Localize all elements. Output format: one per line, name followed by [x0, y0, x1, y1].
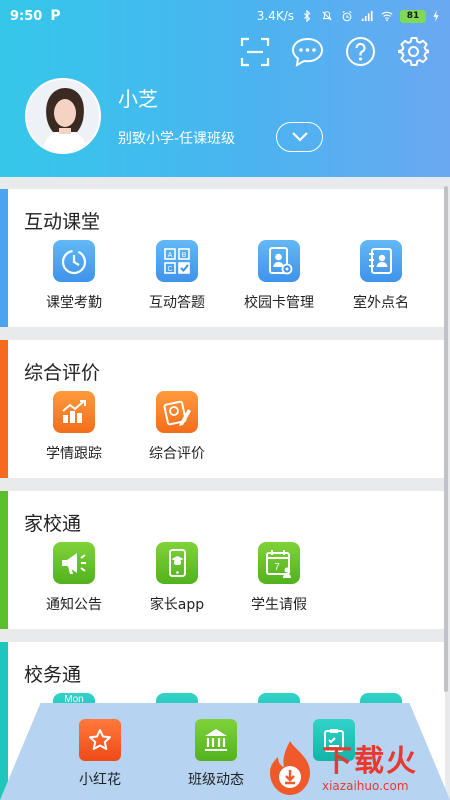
gear-icon — [398, 37, 429, 66]
section-accent — [0, 642, 8, 800]
tile-label: 家长app — [149, 597, 205, 613]
clock-icon — [53, 240, 95, 282]
tile-label: 通知公告 — [46, 597, 102, 613]
user-name: 小芝 — [118, 87, 158, 111]
bottom-label: 小红花 — [79, 772, 121, 788]
tile-label: 课堂考勤 — [46, 295, 102, 311]
svg-text:7: 7 — [274, 562, 280, 573]
status-time: 9:50 — [10, 8, 43, 24]
watermark-url: xiazaihuo.com — [322, 779, 409, 793]
avatar-portrait-icon — [27, 80, 99, 152]
net-speed: 3.4K/s — [256, 9, 294, 23]
tile-outdoor-rollcall[interactable]: 室外点名 — [333, 240, 429, 312]
avatar[interactable] — [25, 78, 101, 154]
scan-button[interactable] — [238, 35, 271, 68]
chat-bubble-icon — [291, 37, 324, 67]
signal-icon — [361, 10, 373, 22]
battery-indicator: 81 — [400, 9, 426, 23]
messages-button[interactable] — [291, 35, 324, 68]
app-badge: P — [50, 8, 61, 24]
section-accent — [0, 189, 8, 327]
charging-icon — [433, 10, 439, 22]
phone-icon — [156, 542, 198, 584]
tile-label: 学生请假 — [251, 597, 307, 613]
trend-chart-icon — [53, 391, 95, 433]
svg-text:B: B — [182, 252, 187, 259]
tile-interactive-quiz[interactable]: A B C 互动答题 — [129, 240, 225, 312]
section-interactive-class: 互动课堂 课堂考勤 A B C 互动答题 校园卡管理 室外点名 — [0, 189, 445, 327]
tile-label: 校园卡管理 — [244, 295, 314, 311]
tile-notice[interactable]: 通知公告 — [26, 542, 122, 614]
building-icon — [195, 719, 237, 761]
section-accent — [0, 340, 8, 478]
star-icon — [79, 719, 121, 761]
tile-label: 室外点名 — [353, 295, 409, 311]
bottom-class-updates[interactable]: 班级动态 — [168, 719, 264, 789]
watermark-title: 下载火 — [322, 744, 418, 779]
status-bar: 9:50 P 3.4K/s 81 — [0, 0, 450, 32]
watermark: 下载火 xiazaihuo.com — [262, 738, 450, 800]
quiz-icon: A B C — [156, 240, 198, 282]
tile-class-attendance[interactable]: 课堂考勤 — [26, 240, 122, 312]
tile-student-leave[interactable]: 7 学生请假 — [231, 542, 327, 614]
chevron-down-icon — [291, 132, 308, 142]
tile-label: 综合评价 — [149, 446, 205, 462]
help-button[interactable] — [344, 35, 377, 68]
tile-campus-card[interactable]: 校园卡管理 — [231, 240, 327, 312]
megaphone-icon — [53, 542, 95, 584]
svg-text:C: C — [167, 266, 172, 273]
bottom-label: 班级动态 — [188, 772, 244, 788]
mute-icon — [322, 11, 332, 21]
calendar-leave-icon: 7 — [258, 542, 300, 584]
evaluation-icon — [156, 391, 198, 433]
tile-parent-app[interactable]: 家长app — [129, 542, 225, 614]
wifi-icon — [381, 11, 393, 22]
campus-card-icon — [258, 240, 300, 282]
class-switch-button[interactable] — [276, 122, 323, 152]
help-icon — [346, 37, 375, 66]
bottom-little-red-flower[interactable]: 小红花 — [52, 719, 148, 789]
profile-header: 9:50 P 3.4K/s 81 小芝 别致小学-任课班级 — [0, 0, 450, 177]
alarm-icon — [342, 10, 352, 22]
settings-button[interactable] — [397, 35, 430, 68]
section-title: 互动课堂 — [24, 211, 101, 233]
section-comprehensive-evaluation: 综合评价 学情跟踪 综合评价 — [0, 340, 445, 478]
scan-icon — [240, 37, 269, 66]
tile-comprehensive-evaluation[interactable]: 综合评价 — [129, 391, 225, 463]
section-title: 校务通 — [24, 664, 82, 686]
section-home-school: 家校通 通知公告 家长app 7 学生请假 — [0, 491, 445, 629]
svg-text:A: A — [168, 252, 173, 259]
section-title: 家校通 — [24, 513, 82, 535]
user-class: 别致小学-任课班级 — [118, 131, 236, 147]
tile-learning-tracking[interactable]: 学情跟踪 — [26, 391, 122, 463]
bluetooth-icon — [304, 10, 311, 22]
fire-logo-icon — [270, 741, 310, 795]
tile-label: 学情跟踪 — [46, 446, 102, 462]
section-title: 综合评价 — [24, 362, 101, 384]
roll-call-icon — [360, 240, 402, 282]
scrollbar[interactable] — [444, 186, 448, 692]
section-accent — [0, 491, 8, 629]
tile-label: 互动答题 — [149, 295, 205, 311]
